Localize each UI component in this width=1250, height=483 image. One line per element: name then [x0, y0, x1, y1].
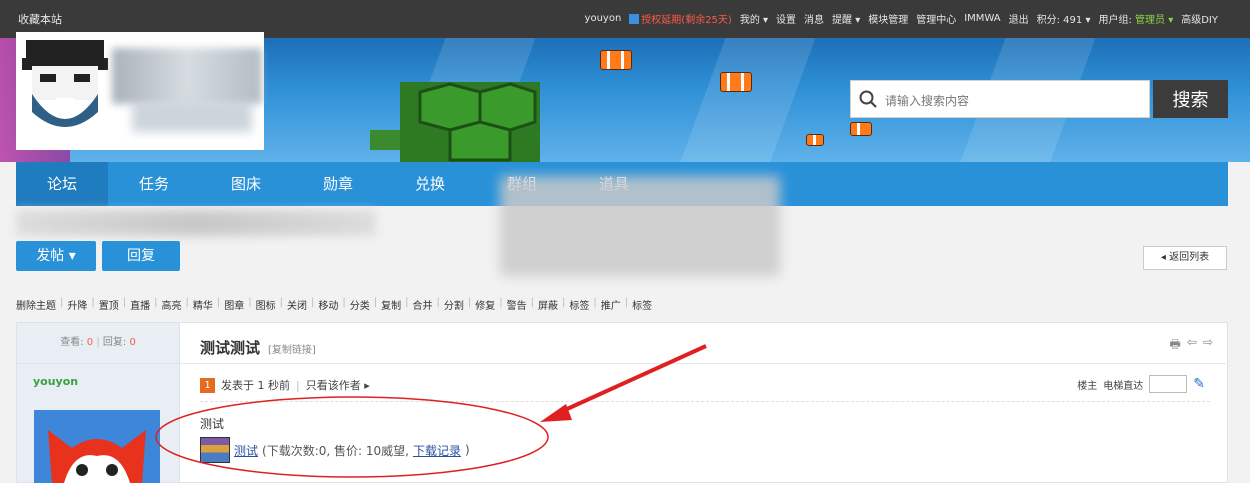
menu-reminders[interactable]: 提醒 ▾: [832, 11, 860, 26]
moderation-toolbar: 删除主题 | 升降 | 置顶 | 直播 | 高亮 | 精华 | 图章 | 图标 | 关闭 | 移动 | 分类 | 复制 | 合并…: [16, 297, 653, 312]
post-meta: 1 发表于 1 秒前 | 只看该作者 ▸: [200, 377, 370, 393]
floor-jump-input[interactable]: [1149, 375, 1188, 393]
mod-action[interactable]: 标签: [632, 297, 652, 312]
post-time: 发表于 1 秒前: [221, 379, 290, 392]
points-menu[interactable]: 积分: 491 ▾: [1037, 11, 1091, 26]
mod-action[interactable]: 精华: [193, 297, 213, 312]
online-badge-icon: 1: [200, 377, 215, 393]
menu-immwa[interactable]: IMMWA: [964, 13, 1000, 24]
menu-settings[interactable]: 设置: [776, 11, 796, 26]
thread-tools: 🖶 ⇦ ⇨: [1170, 335, 1213, 356]
menu-my[interactable]: 我的 ▾: [740, 11, 768, 26]
mod-action[interactable]: 移动: [318, 297, 338, 312]
reply-button[interactable]: 回复: [102, 241, 180, 271]
avatar-fox-icon: [34, 410, 160, 483]
user-menu: youyon 授权延期(剩余25天) 我的 ▾ 设置 消息 提醒 ▾ 模块管理 …: [585, 11, 1218, 26]
mod-action[interactable]: 关闭: [287, 297, 307, 312]
vip-link[interactable]: 授权延期(剩余25天): [629, 11, 732, 26]
copy-link[interactable]: [复制链接]: [268, 341, 316, 356]
jump-go-icon[interactable]: ✎: [1193, 376, 1205, 392]
search-input[interactable]: 请输入搜索内容: [850, 80, 1150, 118]
next-thread-icon[interactable]: ⇨: [1203, 335, 1213, 356]
mod-action[interactable]: 屏蔽: [538, 297, 558, 312]
menu-module-manage[interactable]: 模块管理: [868, 11, 908, 26]
mod-action[interactable]: 图标: [256, 297, 276, 312]
print-icon[interactable]: 🖶: [1170, 335, 1181, 356]
rar-file-icon: [200, 437, 230, 463]
vip-icon: [629, 14, 640, 24]
search-placeholder: 请输入搜索内容: [885, 94, 970, 108]
mod-action[interactable]: 直播: [130, 297, 150, 312]
nav-item-medals[interactable]: 勋章: [292, 162, 384, 206]
mod-action[interactable]: 合并: [413, 297, 433, 312]
mod-action[interactable]: 高亮: [162, 297, 182, 312]
nav-item-forum[interactable]: 论坛: [16, 162, 108, 206]
mod-action[interactable]: 修复: [475, 297, 495, 312]
fish-decoration: [600, 50, 632, 70]
menu-logout[interactable]: 退出: [1009, 11, 1029, 26]
usergroup[interactable]: 用户组: 管理员 ▾: [1098, 11, 1173, 26]
mod-action[interactable]: 标签: [569, 297, 589, 312]
advanced-diy-link[interactable]: 高级DIY: [1181, 11, 1218, 26]
mod-action[interactable]: 复制: [381, 297, 401, 312]
mod-action[interactable]: 置顶: [99, 297, 119, 312]
search-button[interactable]: 搜索: [1153, 80, 1228, 118]
logo-text-blurred: [112, 48, 262, 104]
attachment-detail: (下载次数:0, 售价: 10威望,: [262, 443, 409, 458]
only-author-link[interactable]: 只看该作者 ▸: [306, 377, 370, 393]
jump-label: 电梯直达: [1103, 380, 1144, 392]
mod-action[interactable]: 升降: [67, 297, 87, 312]
back-to-list-button[interactable]: ◂ 返回列表: [1143, 246, 1227, 270]
nav-item-image-host[interactable]: 图床: [200, 162, 292, 206]
mod-action[interactable]: 推广: [601, 297, 621, 312]
download-record-link[interactable]: 下载记录: [413, 442, 461, 459]
avatar[interactable]: [34, 410, 160, 483]
floor-label: 楼主: [1077, 380, 1098, 392]
post-content: 测试测试 [复制链接] 🖶 ⇦ ⇨ 1 发表于 1 秒前 | 只看该作者 ▸ 楼…: [180, 322, 1228, 483]
search-icon: [859, 90, 877, 108]
turtle-decoration: [370, 82, 540, 162]
fish-decoration: [720, 72, 752, 92]
author-name[interactable]: youyon: [33, 375, 78, 388]
fish-decoration: [806, 134, 824, 146]
new-thread-button[interactable]: 发帖 ▾: [16, 241, 96, 271]
nav-item-tasks[interactable]: 任务: [108, 162, 200, 206]
menu-admin-center[interactable]: 管理中心: [916, 11, 956, 26]
prev-thread-icon[interactable]: ⇦: [1187, 335, 1197, 356]
mod-action[interactable]: 图章: [224, 297, 244, 312]
mod-action[interactable]: 删除主题: [16, 297, 56, 312]
menu-messages[interactable]: 消息: [804, 11, 824, 26]
mod-action[interactable]: 分类: [350, 297, 370, 312]
favorite-link[interactable]: 收藏本站: [18, 11, 62, 27]
thread-title: 测试测试: [200, 339, 261, 357]
logo-text-blurred: [132, 102, 252, 132]
blurred-region: [500, 176, 780, 276]
logo-mascot-icon: [22, 40, 108, 127]
fish-decoration: [850, 122, 872, 136]
nav-item-exchange[interactable]: 兑换: [384, 162, 476, 206]
breadcrumb-blurred: [16, 210, 376, 236]
username-link[interactable]: youyon: [585, 13, 622, 24]
site-logo[interactable]: [16, 32, 264, 150]
attachment: 测试 (下载次数:0, 售价: 10威望, 下载记录 ): [200, 437, 470, 463]
post-body: 测试: [200, 417, 225, 431]
mod-action[interactable]: 分割: [444, 297, 464, 312]
floor-controls: 楼主 电梯直达 ✎: [1077, 375, 1205, 393]
attachment-link[interactable]: 测试: [234, 442, 258, 459]
mod-action[interactable]: 警告: [507, 297, 527, 312]
thread-stats: 查看: 0 | 回复: 0: [17, 323, 179, 364]
attachment-detail-close: ): [464, 443, 470, 457]
